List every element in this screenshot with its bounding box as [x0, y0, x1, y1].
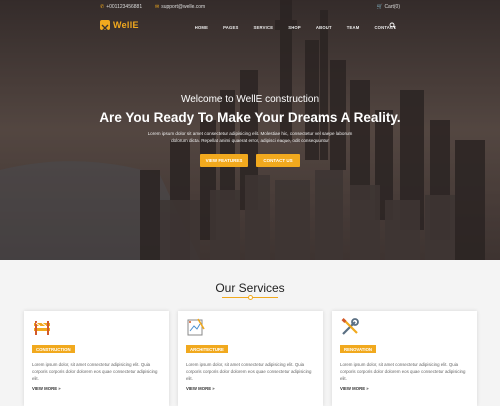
service-badge: CONSTRUCTION — [32, 345, 75, 353]
view-more-link[interactable]: VIEW MORE » — [340, 386, 369, 391]
contact-us-button[interactable]: CONTACT US — [256, 154, 300, 167]
service-text: Lorem ipsum dolor, sit amet consectetur … — [340, 362, 466, 381]
email-contact[interactable]: ✉ support@welle.com — [155, 4, 205, 10]
hero-desc-line2: dolorum dicta. Repellat animi quaerat er… — [171, 138, 329, 143]
phone-contact[interactable]: ✆ +001123456881 — [100, 4, 142, 10]
cart-icon: 🛒 — [376, 4, 384, 10]
top-bar: ✆ +001123456881 ✉ support@welle.com 🛒 Ca… — [0, 0, 500, 16]
email-address: support@welle.com — [161, 4, 206, 10]
tools-icon — [341, 318, 359, 335]
nav-shop[interactable]: SHOP — [288, 25, 301, 30]
service-badge: RENOVATION — [340, 345, 377, 353]
view-more-link[interactable]: VIEW MORE » — [186, 386, 215, 391]
service-card-renovation[interactable]: RENOVATION Lorem ipsum dolor, sit amet c… — [332, 311, 477, 406]
service-card-construction[interactable]: CONSTRUCTION Lorem ipsum dolor, sit amet… — [24, 311, 169, 406]
services-title: Our Services — [215, 281, 285, 295]
cart-label: Cart(0) — [384, 4, 400, 10]
title-divider-dot — [248, 295, 253, 300]
service-card-architecture[interactable]: ARCHITECTURE Lorem ipsum dolor, sit amet… — [178, 311, 323, 406]
brand-name: WellE — [113, 20, 139, 30]
phone-number: +001123456881 — [106, 4, 143, 10]
nav-home[interactable]: HOME — [195, 25, 208, 30]
nav-about[interactable]: ABOUT — [316, 25, 332, 30]
service-text: Lorem ipsum dolor, sit amet consectetur … — [32, 362, 158, 381]
hero-description: Lorem ipsum dolor sit amet consectetur a… — [140, 130, 360, 144]
hero-desc-line1: Lorem ipsum dolor sit amet consectetur a… — [147, 131, 353, 136]
hero-welcome: Welcome to WellE construction — [180, 94, 320, 105]
brand-logo[interactable]: WellE — [100, 20, 139, 32]
service-badge: ARCHITECTURE — [186, 345, 228, 353]
logo-icon — [100, 20, 110, 32]
cart-link[interactable]: 🛒 Cart(0) — [377, 4, 400, 10]
nav-menu: HOME PAGES SERVICE SHOP ABOUT TEAM CONTA… — [195, 25, 396, 30]
blueprint-icon — [187, 318, 205, 336]
main-navbar: WellE HOME PAGES SERVICE SHOP ABOUT TEAM… — [0, 16, 500, 38]
hero-section: ✆ +001123456881 ✉ support@welle.com 🛒 Ca… — [0, 0, 500, 260]
phone-icon: ✆ — [100, 4, 105, 10]
view-features-button[interactable]: VIEW FEATURES — [200, 154, 248, 167]
nav-pages[interactable]: PAGES — [223, 25, 238, 30]
nav-service[interactable]: SERVICE — [253, 25, 273, 30]
search-icon[interactable] — [389, 22, 396, 29]
view-more-link[interactable]: VIEW MORE » — [32, 386, 61, 391]
mail-icon: ✉ — [155, 4, 160, 10]
barrier-icon — [34, 321, 50, 335]
service-text: Lorem ipsum dolor, sit amet consectetur … — [186, 362, 312, 381]
nav-team[interactable]: TEAM — [347, 25, 360, 30]
hero-title: Are You Ready To Make Your Dreams A Real… — [99, 110, 401, 125]
